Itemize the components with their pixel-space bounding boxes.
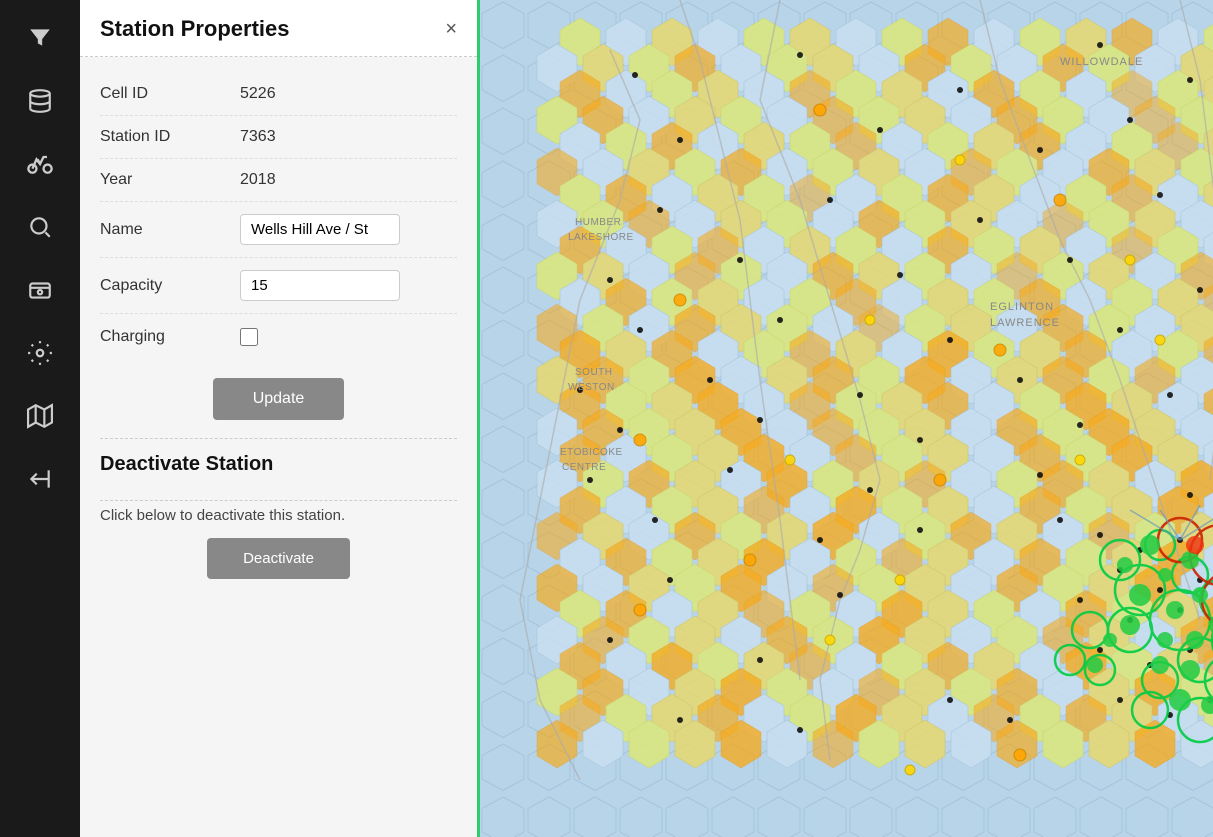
sidebar-item-export[interactable] [10, 451, 70, 506]
capacity-row: Capacity [100, 258, 457, 314]
station-properties-panel: Station Properties × Cell ID 5226 Statio… [80, 0, 480, 837]
svg-text:HUMBER: HUMBER [575, 217, 621, 228]
panel-body: Cell ID 5226 Station ID 7363 Year 2018 N… [80, 57, 477, 595]
panel-header: Station Properties × [80, 0, 477, 57]
sidebar-item-search[interactable] [10, 199, 70, 254]
charging-label: Charging [100, 328, 240, 346]
sidebar-item-settings[interactable] [10, 325, 70, 380]
sidebar-item-bike[interactable] [10, 136, 70, 191]
svg-text:LAWRENCE: LAWRENCE [990, 317, 1060, 329]
close-button[interactable]: × [445, 19, 457, 39]
cell-id-row: Cell ID 5226 [100, 73, 457, 116]
svg-text:SOUTH: SOUTH [575, 367, 613, 378]
year-value: 2018 [240, 171, 276, 189]
year-label: Year [100, 171, 240, 189]
sidebar-item-map[interactable] [10, 388, 70, 443]
deactivate-button[interactable]: Deactivate [207, 538, 350, 579]
capacity-input[interactable] [240, 270, 400, 301]
name-row: Name [100, 202, 457, 258]
charging-checkbox[interactable] [240, 328, 258, 346]
capacity-label: Capacity [100, 277, 240, 295]
year-row: Year 2018 [100, 159, 457, 202]
charging-row: Charging [100, 314, 457, 360]
sidebar-item-layers[interactable] [10, 73, 70, 128]
update-button[interactable]: Update [213, 378, 345, 420]
svg-text:ETOBICOKE: ETOBICOKE [560, 447, 623, 458]
svg-text:LAKESHORE: LAKESHORE [568, 232, 634, 243]
svg-text:WESTON: WESTON [568, 382, 615, 393]
sidebar [0, 0, 80, 837]
cell-id-label: Cell ID [100, 85, 240, 103]
station-id-row: Station ID 7363 [100, 116, 457, 159]
map-canvas: WILLOWDALE EGLINTON LAWRENCE HUMBER LAKE… [480, 0, 1213, 837]
svg-text:EGLINTON: EGLINTON [990, 301, 1054, 313]
deactivate-section-title: Deactivate Station [100, 439, 457, 482]
svg-text:WILLOWDALE: WILLOWDALE [1060, 56, 1143, 68]
name-input[interactable] [240, 214, 400, 245]
deactivate-description: Click below to deactivate this station. [100, 501, 457, 538]
sidebar-item-dollar[interactable] [10, 262, 70, 317]
cell-id-value: 5226 [240, 85, 276, 103]
station-id-label: Station ID [100, 128, 240, 146]
station-id-value: 7363 [240, 128, 276, 146]
panel-title: Station Properties [100, 16, 289, 42]
svg-text:CENTRE: CENTRE [562, 462, 606, 473]
name-label: Name [100, 221, 240, 239]
map-area[interactable]: WILLOWDALE EGLINTON LAWRENCE HUMBER LAKE… [480, 0, 1213, 837]
sidebar-item-filter[interactable] [10, 10, 70, 65]
